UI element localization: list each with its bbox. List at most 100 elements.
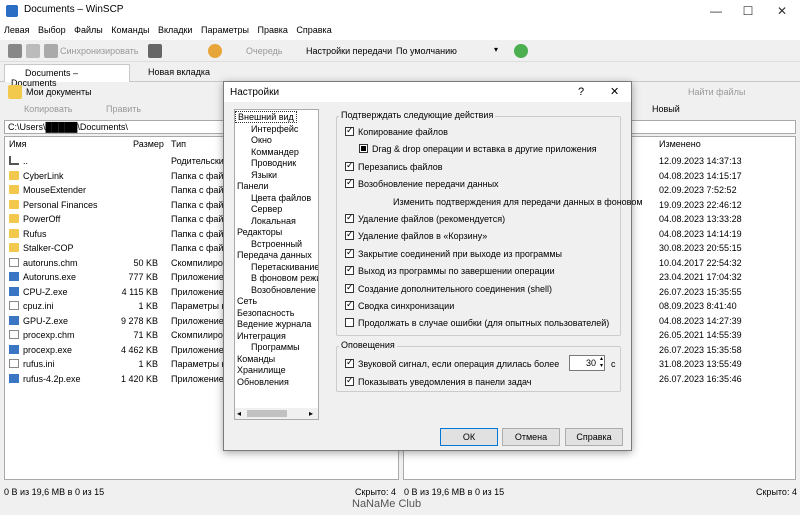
option-checkbox[interactable] (345, 264, 354, 276)
menu-commands[interactable]: Команды (107, 22, 151, 35)
column-name[interactable]: Имя (9, 139, 27, 149)
confirm-option[interactable]: Закрытие соединений при выходе из програ… (345, 247, 620, 266)
column-size[interactable]: Размер (133, 139, 164, 149)
edit-button[interactable]: Править (106, 104, 141, 114)
modified-date[interactable]: 26.05.2021 14:55:39 (659, 328, 794, 343)
tree-item[interactable]: Интерфейс (235, 124, 318, 136)
tree-item[interactable]: Передача данных (235, 250, 318, 262)
taskbar-option[interactable]: Показывать уведомления в панели задач (345, 375, 531, 387)
confirm-option[interactable]: Создание дополнительного соединения (she… (345, 282, 620, 301)
modified-date[interactable]: 19.09.2023 22:46:12 (659, 198, 794, 213)
local-browse-icon[interactable] (8, 44, 22, 58)
menu-left[interactable]: Левая (0, 22, 31, 35)
tree-item[interactable]: Перетаскивание (235, 262, 318, 274)
tree-item[interactable]: Внешний вид (235, 111, 297, 123)
scroll-thumb[interactable] (247, 410, 287, 417)
tree-item[interactable]: Ведение журнала (235, 319, 318, 331)
tree-item[interactable]: Хранилище (235, 365, 318, 377)
find-files-button[interactable]: Найти файлы (688, 87, 745, 97)
chevron-down-icon[interactable]: ▾ (494, 45, 498, 54)
modified-date[interactable]: 23.04.2021 17:04:32 (659, 270, 794, 285)
confirm-option[interactable]: Продолжать в случае ошибки (для опытных … (345, 318, 620, 335)
sound-checkbox[interactable] (345, 357, 354, 368)
option-checkbox[interactable] (345, 229, 354, 241)
tab-documents[interactable]: Documents – Documents (4, 64, 130, 88)
modified-date[interactable]: 26.07.2023 15:35:55 (659, 285, 794, 300)
compare-icon[interactable] (26, 44, 40, 58)
tree-hscrollbar[interactable]: ◂ ▸ (235, 408, 318, 419)
tree-item[interactable]: Безопасность (235, 308, 318, 320)
tree-item[interactable]: Окно (235, 135, 318, 147)
menu-help[interactable]: Справка (292, 22, 333, 35)
queue-button[interactable]: Очередь (246, 46, 282, 56)
tree-item[interactable]: Коммандер (235, 147, 318, 159)
sound-duration-input[interactable]: 30 ▴ ▾ (569, 355, 605, 371)
confirm-option[interactable]: Выход из программы по завершении операци… (345, 264, 620, 283)
confirm-option[interactable]: Возобновление передачи данных (345, 177, 620, 196)
modified-date[interactable]: 26.07.2023 15:35:58 (659, 343, 794, 358)
option-checkbox[interactable] (345, 177, 354, 189)
option-checkbox[interactable] (345, 247, 354, 258)
option-checkbox[interactable] (345, 212, 354, 223)
modified-date[interactable]: 30.08.2023 20:55:15 (659, 241, 794, 256)
tree-item[interactable]: Программы (235, 342, 318, 354)
tree-item[interactable]: Сервер (235, 204, 318, 216)
modified-date[interactable]: 04.08.2023 14:15:17 (659, 169, 794, 184)
confirm-option[interactable]: Удаление файлов в «Корзину» (345, 229, 620, 248)
taskbar-checkbox[interactable] (345, 375, 354, 386)
globe-icon[interactable] (514, 44, 528, 58)
modified-date[interactable]: 04.08.2023 14:14:19 (659, 227, 794, 242)
tree-item[interactable]: Обновления (235, 377, 318, 389)
tree-item[interactable]: Возобновление (235, 285, 318, 297)
confirm-option[interactable]: Сводка синхронизации (345, 299, 620, 318)
confirm-option[interactable]: Удаление файлов (рекомендуется) (345, 212, 620, 231)
modified-date[interactable]: 12.09.2023 14:37:13 (659, 154, 794, 169)
scroll-right-icon[interactable]: ▸ (309, 408, 313, 419)
confirm-option[interactable]: Изменить подтверждения для передачи данн… (345, 197, 643, 214)
menu-rights[interactable]: Правка (253, 22, 289, 35)
tree-item[interactable]: Проводник (235, 158, 318, 170)
modified-date[interactable]: 02.09.2023 7:52:52 (659, 183, 794, 198)
close-button[interactable]: ✕ (766, 2, 798, 20)
confirm-option[interactable]: Drag & drop операции и вставка в другие … (345, 144, 620, 161)
ok-button[interactable]: ОК (440, 428, 498, 446)
column-modified[interactable]: Изменено (659, 139, 701, 149)
help-question-icon[interactable]: ? (578, 86, 584, 98)
sound-option[interactable]: Звуковой сигнал, если операция длилась б… (345, 357, 559, 369)
option-checkbox[interactable] (345, 160, 354, 171)
modified-date[interactable]: 10.04.2017 22:54:32 (659, 256, 794, 271)
tree-item[interactable]: Сеть (235, 296, 318, 308)
modified-date[interactable]: 04.08.2023 14:27:39 (659, 314, 794, 329)
modified-date[interactable]: 08.09.2023 8:41:40 (659, 299, 794, 314)
menu-tabs[interactable]: Вкладки (154, 22, 195, 35)
cancel-button[interactable]: Отмена (502, 428, 560, 446)
tree-item[interactable]: Встроенный (235, 239, 318, 251)
option-checkbox[interactable] (345, 125, 354, 136)
menu-options[interactable]: Параметры (197, 22, 251, 35)
location-select[interactable]: Мои документы (26, 87, 92, 97)
spinner-icon[interactable]: ▴ ▾ (600, 356, 603, 370)
tree-item[interactable]: Языки (235, 170, 318, 182)
tree-item[interactable]: Цвета файлов (235, 193, 318, 205)
transfer-settings-select[interactable]: По умолчанию (396, 46, 457, 56)
maximize-button[interactable]: ☐ (732, 2, 764, 20)
menu-files[interactable]: Файлы (70, 22, 105, 35)
settings-tree[interactable]: Внешний вид Интерфейс Окно Коммандер Проводн… (234, 109, 319, 420)
tree-item[interactable]: Панели (235, 181, 318, 193)
tab-new[interactable]: Новая вкладка (132, 64, 224, 82)
tree-item[interactable]: Локальная (235, 216, 318, 228)
scroll-left-icon[interactable]: ◂ (237, 408, 241, 419)
new-button[interactable]: Новый (652, 104, 680, 114)
menu-select[interactable]: Выбор (34, 22, 68, 35)
terminal-icon[interactable] (148, 44, 162, 58)
copy-button[interactable]: Копировать (24, 104, 72, 114)
tree-item[interactable]: Редакторы (235, 227, 318, 239)
modified-date[interactable]: 26.07.2023 16:35:46 (659, 372, 794, 387)
option-checkbox[interactable] (345, 318, 354, 328)
dialog-close-icon[interactable]: ✕ (610, 85, 619, 98)
modified-date[interactable]: 31.08.2023 13:55:49 (659, 357, 794, 372)
tree-item[interactable]: Интеграция (235, 331, 318, 343)
option-checkbox[interactable] (345, 299, 354, 310)
tree-item[interactable]: Команды (235, 354, 318, 366)
confirm-option[interactable]: Копирование файлов (345, 125, 620, 144)
